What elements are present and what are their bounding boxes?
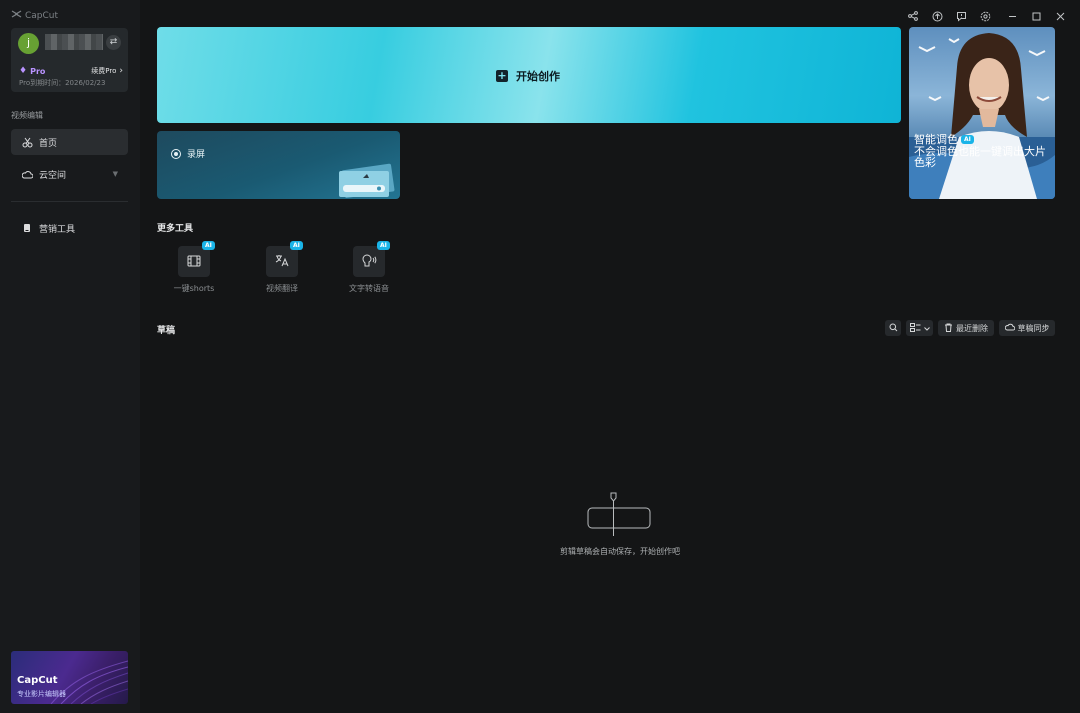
recent-deleted-label: 最近删除 [956, 323, 988, 333]
ai-badge: AI [377, 241, 390, 250]
diamond-icon: ♦ [19, 66, 28, 76]
start-creating-banner[interactable]: + 开始创作 [157, 27, 901, 123]
avatar[interactable]: j [18, 33, 39, 54]
screen-record-row: 录屏 [171, 147, 205, 160]
smart-color-card[interactable]: 智能调色 AI 不会调色也能一键调出大片色彩 [909, 27, 1055, 199]
tool-shorts-button[interactable] [178, 246, 210, 277]
sidebar-item-marketing[interactable]: 营销工具 [11, 215, 128, 241]
upload-icon[interactable] [930, 9, 944, 23]
app-name: CapCut [25, 10, 59, 21]
woman-portrait-image [909, 33, 1055, 199]
settings-icon[interactable] [978, 9, 992, 23]
film-icon [187, 252, 201, 271]
sidebar-divider [11, 201, 128, 202]
trash-icon [944, 323, 953, 334]
screen-record-card[interactable]: 录屏 [157, 131, 400, 199]
tool-video-translate[interactable]: AI 视频翻译 [247, 241, 317, 298]
sidebar-item-label: 首页 [39, 138, 58, 149]
smart-color-description: 不会调色也能一键调出大片色彩 [914, 145, 1046, 169]
capcut-logo-icon [11, 9, 22, 22]
tool-tts-button[interactable] [353, 246, 385, 277]
screen-record-illustration [339, 163, 395, 198]
screen-record-label: 录屏 [187, 150, 206, 160]
sidebar-item-cloud[interactable]: 云空间 ▼ [11, 161, 128, 187]
plus-icon: + [496, 69, 508, 82]
maximize-icon[interactable] [1029, 9, 1043, 23]
ai-badge: AI [961, 134, 974, 144]
sidebar-item-home[interactable]: 首页 [11, 129, 128, 155]
scissors-icon [21, 136, 33, 148]
promo-banner[interactable]: CapCut 专业影片编辑器 [11, 651, 128, 704]
ai-badge: AI [290, 241, 303, 250]
more-tools-title: 更多工具 [157, 224, 194, 234]
record-icon [171, 148, 181, 159]
app-brand: CapCut [11, 9, 58, 22]
promo-subtitle: 专业影片编辑器 [17, 690, 66, 698]
feedback-icon[interactable] [954, 9, 968, 23]
tool-label: 一键shorts [173, 284, 215, 293]
search-icon [889, 323, 898, 334]
user-card[interactable]: j ⇄ ♦ Pro 续费Pro › Pro到期时间：2026/02/23 [11, 28, 128, 92]
view-toggle-button[interactable] [906, 320, 933, 336]
pro-row[interactable]: ♦ Pro 续费Pro › [19, 65, 123, 77]
empty-drafts-illustration [587, 492, 651, 536]
speech-icon [361, 252, 377, 271]
search-button[interactable] [885, 320, 901, 336]
promo-title: CapCut [17, 675, 58, 686]
close-icon[interactable] [1053, 9, 1067, 23]
tool-translate-button[interactable] [266, 246, 298, 277]
draft-sync-label: 草稿同步 [1017, 323, 1050, 333]
tool-label: 视频翻译 [266, 284, 298, 293]
section-label: 视频编辑 [11, 111, 43, 120]
renew-pro-link[interactable]: 续费Pro [91, 66, 116, 76]
start-creating-button[interactable]: + 开始创作 [496, 68, 560, 84]
caret-down-icon[interactable]: ▼ [113, 170, 118, 178]
pro-badge: Pro [30, 66, 46, 76]
empty-drafts-message: 剪辑草稿会自动保存，开始创作吧 [560, 547, 680, 556]
tool-shorts[interactable]: AI 一键shorts [159, 241, 229, 298]
draft-sync-button[interactable]: 草稿同步 [999, 320, 1055, 336]
translate-icon [275, 252, 289, 271]
tool-text-to-speech[interactable]: AI 文字转语音 [334, 241, 404, 298]
chevron-down-icon [923, 324, 930, 333]
minimize-icon[interactable] [1005, 9, 1019, 23]
cloud-icon [21, 168, 33, 180]
share-icon[interactable] [906, 9, 920, 23]
chevron-right-icon: › [119, 66, 123, 76]
grid-list-icon [909, 322, 921, 334]
switch-account-icon[interactable]: ⇄ [106, 35, 121, 50]
pro-expiry: Pro到期时间：2026/02/23 [19, 79, 106, 87]
sidebar-item-label: 营销工具 [39, 224, 76, 235]
username-redacted [45, 34, 103, 50]
ai-badge: AI [202, 241, 215, 250]
sidebar: CapCut j ⇄ ♦ Pro 续费Pro › Pro到期时间：2026/02… [0, 0, 140, 713]
start-creating-label: 开始创作 [516, 70, 560, 83]
recent-deleted-button[interactable]: 最近删除 [938, 320, 994, 336]
cloud-sync-icon [1004, 323, 1015, 333]
tablet-icon [21, 222, 33, 234]
drafts-title: 草稿 [157, 326, 176, 336]
tool-label: 文字转语音 [349, 284, 389, 293]
sidebar-item-label: 云空间 [39, 170, 67, 181]
